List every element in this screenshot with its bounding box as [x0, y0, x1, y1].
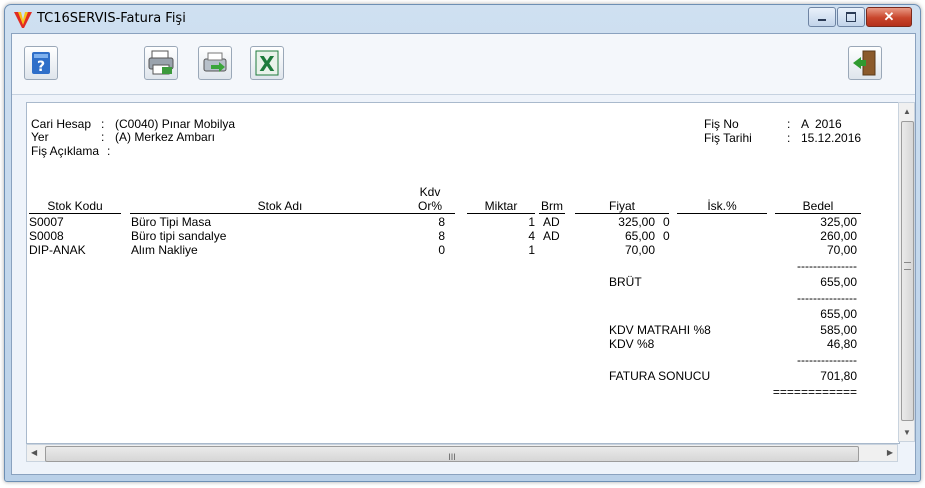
yer-value: (A) Merkez Ambarı [115, 130, 216, 144]
app-window: TC16SERVIS-Fatura Fişi ✕ ? X Cari Hesap … [4, 4, 921, 482]
exit-door-icon[interactable] [848, 46, 882, 80]
window-controls: ✕ [807, 7, 912, 27]
fis-aciklama-label: Fiş Açıklama [31, 144, 100, 158]
cari-hesap-value: (C0040) Pınar Mobilya [115, 117, 236, 131]
fis-no-value: A 2016 [801, 117, 842, 131]
fis-tarihi-value: 15.12.2016 [801, 131, 862, 145]
grip-icon [904, 262, 911, 270]
subtotal-value: 655,00 [820, 307, 857, 321]
grip-icon: III [448, 452, 456, 462]
minimize-button[interactable] [808, 7, 836, 27]
cell-miktar: 4 [528, 229, 535, 243]
window-title: TC16SERVIS-Fatura Fişi [37, 11, 186, 26]
vertical-scrollbar[interactable]: ▲ ▼ [898, 102, 915, 442]
cell-kdv: 8 [438, 215, 445, 229]
maximize-button[interactable] [837, 7, 865, 27]
cell-miktar: 1 [528, 243, 535, 257]
cell-fiyat: 70,00 [624, 243, 655, 257]
colon: : [787, 117, 791, 131]
cell-kdv: 0 [438, 243, 445, 257]
horizontal-scroll-thumb[interactable]: III [45, 446, 859, 462]
colon: : [101, 117, 105, 131]
vertical-scroll-thumb[interactable] [901, 121, 914, 421]
scroll-down-icon[interactable]: ▼ [903, 428, 911, 437]
kdv-matrahi-value: 585,00 [820, 323, 857, 337]
kdv-label: KDV %8 [609, 337, 655, 351]
cari-hesap-label: Cari Hesap [31, 117, 92, 131]
cell-kdv: 8 [438, 229, 445, 243]
col-miktar: Miktar [467, 199, 535, 214]
col-stok-kodu: Stok Kodu [29, 199, 121, 214]
svg-text:?: ? [37, 59, 45, 75]
cell-stok-adi: Büro tipi sandalye [131, 229, 227, 243]
print-preview-icon[interactable] [144, 46, 178, 80]
scroll-right-icon[interactable]: ▶ [887, 448, 893, 457]
fatura-sonucu-value: 701,80 [820, 369, 857, 383]
yer-label: Yer [31, 130, 49, 144]
toolbar: ? X [12, 34, 915, 95]
cell-bedel: 325,00 [820, 215, 857, 229]
cell-stok-adi: Alım Nakliye [131, 243, 198, 257]
col-isk: İsk.% [677, 199, 767, 214]
cell-stok-adi: Büro Tipi Masa [131, 215, 212, 229]
col-stok-adi: Stok Adı [130, 199, 430, 214]
fis-no-label: Fiş No [704, 117, 739, 131]
title-bar[interactable]: TC16SERVIS-Fatura Fişi ✕ [5, 5, 920, 33]
scroll-left-icon[interactable]: ◀ [31, 448, 37, 457]
brut-value: 655,00 [820, 275, 857, 289]
close-button[interactable]: ✕ [866, 7, 912, 27]
colon: : [787, 131, 791, 145]
cell-bedel: 70,00 [826, 243, 857, 257]
cell-fiyat: 65,00 [624, 229, 655, 243]
cell-brm: AD [543, 215, 560, 229]
app-logo-icon [14, 12, 32, 28]
client-area: ? X Cari Hesap: (C0040) Pınar Mobilya Y… [11, 33, 916, 475]
horizontal-scrollbar[interactable]: ◀ III ▶ [26, 444, 898, 462]
cell-isk: 0 [663, 229, 670, 243]
col-kdv-line2: Or% [405, 199, 455, 214]
col-bedel: Bedel [775, 199, 861, 214]
excel-icon[interactable]: X [250, 46, 284, 80]
dash-separator: --------------- [797, 291, 857, 305]
cell-stok-kodu: DIP-ANAK [29, 243, 86, 257]
scroll-up-icon[interactable]: ▲ [903, 107, 911, 116]
svg-text:X: X [259, 52, 275, 76]
dash-separator: --------------- [797, 353, 857, 367]
equals-separator: ============ [772, 385, 857, 399]
colon: : [107, 144, 111, 158]
cell-brm: AD [543, 229, 560, 243]
kdv-value: 46,80 [826, 337, 857, 351]
invoice-content: Cari Hesap : (C0040) Pınar Mobilya Yer :… [26, 102, 900, 444]
cell-stok-kodu: S0007 [29, 215, 64, 229]
help-icon[interactable]: ? [24, 46, 58, 80]
kdv-matrahi-label: KDV MATRAHI %8 [609, 323, 711, 337]
cell-bedel: 260,00 [820, 229, 857, 243]
send-icon[interactable] [198, 46, 232, 80]
col-brm: Brm [539, 199, 565, 214]
col-kdv-line1: Kdv [419, 185, 441, 199]
cell-stok-kodu: S0008 [29, 229, 64, 243]
brut-label: BRÜT [609, 275, 642, 289]
cell-miktar: 1 [528, 215, 535, 229]
cell-fiyat: 325,00 [618, 215, 655, 229]
col-fiyat: Fiyat [575, 199, 669, 214]
fis-tarihi-label: Fiş Tarihi [704, 131, 752, 145]
colon: : [101, 130, 105, 144]
cell-isk: 0 [663, 215, 670, 229]
dash-separator: --------------- [797, 259, 857, 273]
fatura-sonucu-label: FATURA SONUCU [609, 369, 711, 383]
